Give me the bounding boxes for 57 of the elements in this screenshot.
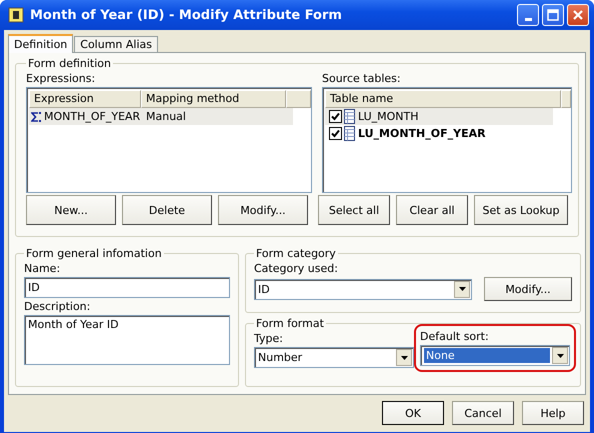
sort-dropdown[interactable]: None <box>420 345 570 366</box>
category-dropdown[interactable]: ID <box>254 278 472 300</box>
table-cell-text: Manual <box>145 110 186 123</box>
dialog-button[interactable]: Cancel <box>452 401 514 425</box>
expressions-list[interactable]: Expression Mapping method MONTH_OF_YEAR Manual <box>26 87 312 193</box>
field-label: Description: <box>24 300 92 313</box>
table-name: LU_MONTH <box>358 110 418 123</box>
table-row[interactable]: LU_MONTH_OF_YEAR <box>325 125 571 142</box>
maximize-button[interactable] <box>542 4 564 26</box>
table-name: LU_MONTH_OF_YEAR <box>358 127 486 140</box>
action-button[interactable]: Modify... <box>218 195 308 225</box>
action-button[interactable]: Clear all <box>396 195 468 225</box>
dialog-button[interactable]: Help <box>522 401 584 425</box>
window-title: Month of Year (ID) - Modify Attribute Form <box>30 8 343 22</box>
caret-icon <box>556 354 564 358</box>
name-field[interactable]: ID <box>24 277 230 298</box>
field-label: Category used: <box>254 262 339 275</box>
group-title: Form general infomation <box>25 247 163 260</box>
action-button[interactable]: Set as Lookup <box>474 195 568 225</box>
field-label: Expressions: <box>26 72 96 85</box>
action-button[interactable]: Select all <box>318 195 390 225</box>
caret-icon <box>458 287 466 291</box>
column-header[interactable]: Expression <box>29 90 141 108</box>
action-button[interactable]: New... <box>26 195 116 225</box>
field-label: Source tables: <box>322 72 402 85</box>
description-field[interactable]: Month of Year ID <box>24 315 230 365</box>
close-button[interactable] <box>567 4 589 26</box>
dialog-button[interactable]: OK <box>382 401 444 425</box>
column-header[interactable]: Table name <box>325 90 561 108</box>
expression-row[interactable]: MONTH_OF_YEAR Manual <box>29 108 293 125</box>
table-row[interactable]: LU_MONTH <box>325 108 553 125</box>
table-icon <box>344 126 355 141</box>
checkbox[interactable] <box>329 127 342 140</box>
column-header[interactable]: Mapping method <box>141 90 286 108</box>
tab[interactable]: Column Alias <box>74 36 158 52</box>
group-title: Form format <box>255 317 325 330</box>
sigma-icon <box>31 110 42 122</box>
group-title: Form definition <box>27 57 112 70</box>
field-label: Type: <box>254 332 284 345</box>
type-dropdown[interactable]: Number <box>254 347 414 368</box>
modify-button[interactable]: Modify... <box>484 277 572 301</box>
table-icon <box>344 109 355 124</box>
maximize-icon <box>547 9 559 21</box>
tab[interactable]: Definition <box>8 34 74 53</box>
close-icon <box>572 9 584 21</box>
app-icon <box>8 7 24 23</box>
caret-icon <box>400 356 408 360</box>
minimize-icon <box>524 18 532 20</box>
checkbox[interactable] <box>329 110 342 123</box>
field-label: Default sort: <box>420 330 490 343</box>
field-label: Name: <box>24 262 62 275</box>
minimize-button[interactable] <box>517 4 539 26</box>
source-tables-list[interactable]: Table name LU_MONTH LU_MONTH_OF_YEAR <box>322 87 572 193</box>
table-cell: MONTH_OF_YEAR <box>44 110 140 123</box>
empty-column-header <box>561 90 571 108</box>
action-button[interactable]: Delete <box>122 195 212 225</box>
group-title: Form category <box>255 247 337 260</box>
